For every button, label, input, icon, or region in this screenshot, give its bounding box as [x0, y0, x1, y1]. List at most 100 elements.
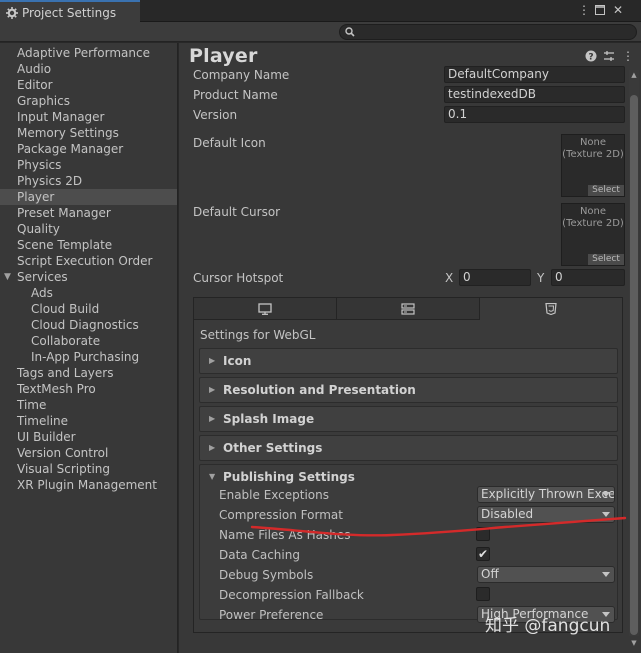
hotspot-x-field[interactable]: 0	[459, 269, 531, 286]
platform-settings-box: Settings for WebGL ▶ Icon ▶ Resolution a…	[193, 297, 623, 633]
scroll-up-icon[interactable]: ▲	[629, 70, 639, 80]
power-preference-label: Power Preference	[219, 608, 324, 622]
texture-none-label: None	[579, 206, 607, 217]
section-label: Icon	[223, 354, 252, 368]
sidebar-item-tags-and-layers[interactable]: Tags and Layers	[0, 365, 177, 381]
preset-icon[interactable]	[602, 49, 616, 63]
tab-webgl[interactable]	[480, 298, 622, 320]
name-files-as-hashes-label: Name Files As Hashes	[219, 528, 351, 542]
sidebar-item-cloud-build[interactable]: Cloud Build	[0, 301, 177, 317]
product-name-label: Product Name	[193, 88, 278, 102]
sidebar-item-ui-builder[interactable]: UI Builder	[0, 429, 177, 445]
sidebar-item-ads[interactable]: Ads	[0, 285, 177, 301]
sidebar-item-visual-scripting[interactable]: Visual Scripting	[0, 461, 177, 477]
other-settings-section-header[interactable]: ▶ Other Settings	[199, 435, 618, 461]
scroll-down-icon[interactable]: ▼	[629, 638, 639, 648]
tab-standalone[interactable]	[194, 298, 337, 320]
name-files-as-hashes-checkbox[interactable]	[476, 527, 490, 541]
sidebar-item-time[interactable]: Time	[0, 397, 177, 413]
sidebar-item-physics-2d[interactable]: Physics 2D	[0, 173, 177, 189]
chevron-down-icon[interactable]: ▼	[4, 269, 11, 285]
version-label: Version	[193, 108, 238, 122]
section-label: Other Settings	[223, 441, 323, 455]
section-label: Resolution and Presentation	[223, 383, 416, 397]
compression-format-label: Compression Format	[219, 508, 343, 522]
watermark: 知乎 @fangcun	[485, 616, 611, 636]
sidebar-item-cloud-diagnostics[interactable]: Cloud Diagnostics	[0, 317, 177, 333]
chevron-right-icon: ▶	[209, 414, 216, 423]
sidebar-item-adaptive-performance[interactable]: Adaptive Performance	[0, 45, 177, 61]
default-icon-label: Default Icon	[193, 136, 266, 150]
sidebar-item-label: Services	[17, 270, 68, 284]
server-icon	[401, 302, 415, 315]
splash-section-header[interactable]: ▶ Splash Image	[199, 406, 618, 432]
sidebar-item-services[interactable]: ▼ Services	[0, 269, 177, 285]
menu-dots-icon[interactable]: ⋮	[577, 3, 591, 17]
sidebar-item-collaborate[interactable]: Collaborate	[0, 333, 177, 349]
sidebar-item-preset-manager[interactable]: Preset Manager	[0, 205, 177, 221]
resolution-section-header[interactable]: ▶ Resolution and Presentation	[199, 377, 618, 403]
sidebar-item-xr-plugin-management[interactable]: XR Plugin Management	[0, 477, 177, 493]
platform-tabs	[194, 298, 622, 320]
sidebar-item-graphics[interactable]: Graphics	[0, 93, 177, 109]
select-cursor-button[interactable]: Select	[588, 254, 624, 265]
enable-exceptions-label: Enable Exceptions	[219, 488, 329, 502]
search-input[interactable]	[339, 24, 637, 40]
svg-text:?: ?	[588, 53, 593, 63]
sidebar-item-physics[interactable]: Physics	[0, 157, 177, 173]
window-tab-title: Project Settings	[22, 5, 117, 20]
sidebar-item-quality[interactable]: Quality	[0, 221, 177, 237]
chevron-down-icon[interactable]: ▼	[209, 472, 215, 481]
product-name-field[interactable]: testindexedDB	[444, 86, 625, 103]
hotspot-x-label: X	[445, 271, 454, 285]
maximize-icon[interactable]	[593, 3, 607, 17]
sidebar-item-player[interactable]: Player	[0, 189, 177, 205]
help-icon[interactable]: ?	[584, 49, 598, 63]
menu-dots-icon[interactable]: ⋮	[621, 49, 635, 63]
search-icon	[345, 27, 355, 37]
debug-symbols-dropdown[interactable]: Off	[477, 566, 615, 583]
data-caching-checkbox[interactable]: ✔	[476, 547, 490, 561]
window-tab[interactable]: Project Settings	[0, 0, 140, 23]
sidebar-item-script-execution-order[interactable]: Script Execution Order	[0, 253, 177, 269]
company-name-label: Company Name	[193, 68, 290, 82]
tab-dedicated-server[interactable]	[337, 298, 480, 320]
hotspot-y-field[interactable]: 0	[551, 269, 625, 286]
texture-type-label: (Texture 2D)	[562, 218, 624, 229]
dropdown-value: Explicitly Thrown Exce	[481, 487, 615, 501]
title-bar: Project Settings ⋮ ✕	[0, 0, 641, 23]
html5-icon	[545, 303, 557, 315]
sidebar-item-timeline[interactable]: Timeline	[0, 413, 177, 429]
sidebar-item-package-manager[interactable]: Package Manager	[0, 141, 177, 157]
compression-format-dropdown[interactable]: Disabled	[477, 506, 615, 523]
icon-section-header[interactable]: ▶ Icon	[199, 348, 618, 374]
company-name-field[interactable]: DefaultCompany	[444, 66, 625, 83]
close-icon[interactable]: ✕	[611, 3, 625, 17]
section-label: Publishing Settings	[223, 470, 355, 484]
sidebar-item-audio[interactable]: Audio	[0, 61, 177, 77]
sidebar-item-memory-settings[interactable]: Memory Settings	[0, 125, 177, 141]
sidebar-item-editor[interactable]: Editor	[0, 77, 177, 93]
toolbar	[0, 22, 641, 42]
desktop-icon	[258, 302, 272, 315]
sidebar-item-version-control[interactable]: Version Control	[0, 445, 177, 461]
data-caching-label: Data Caching	[219, 548, 300, 562]
sidebar-item-in-app-purchasing[interactable]: In-App Purchasing	[0, 349, 177, 365]
default-icon-slot[interactable]: None (Texture 2D) Select	[561, 134, 625, 197]
texture-none-label: None	[579, 137, 607, 148]
chevron-right-icon: ▶	[209, 443, 216, 452]
sidebar-item-textmesh-pro[interactable]: TextMesh Pro	[0, 381, 177, 397]
decompression-fallback-checkbox[interactable]	[476, 587, 490, 601]
sidebar-item-input-manager[interactable]: Input Manager	[0, 109, 177, 125]
sidebar-item-scene-template[interactable]: Scene Template	[0, 237, 177, 253]
decompression-fallback-label: Decompression Fallback	[219, 588, 364, 602]
chevron-right-icon: ▶	[209, 356, 216, 365]
hotspot-y-label: Y	[537, 271, 545, 285]
dropdown-value: Off	[481, 567, 499, 581]
chevron-down-icon	[602, 492, 610, 497]
version-field[interactable]: 0.1	[444, 106, 625, 123]
select-texture-button[interactable]: Select	[588, 185, 624, 196]
enable-exceptions-dropdown[interactable]: Explicitly Thrown Exce	[477, 486, 615, 503]
scrollbar-thumb[interactable]	[630, 95, 638, 635]
default-cursor-slot[interactable]: None (Texture 2D) Select	[561, 203, 625, 266]
